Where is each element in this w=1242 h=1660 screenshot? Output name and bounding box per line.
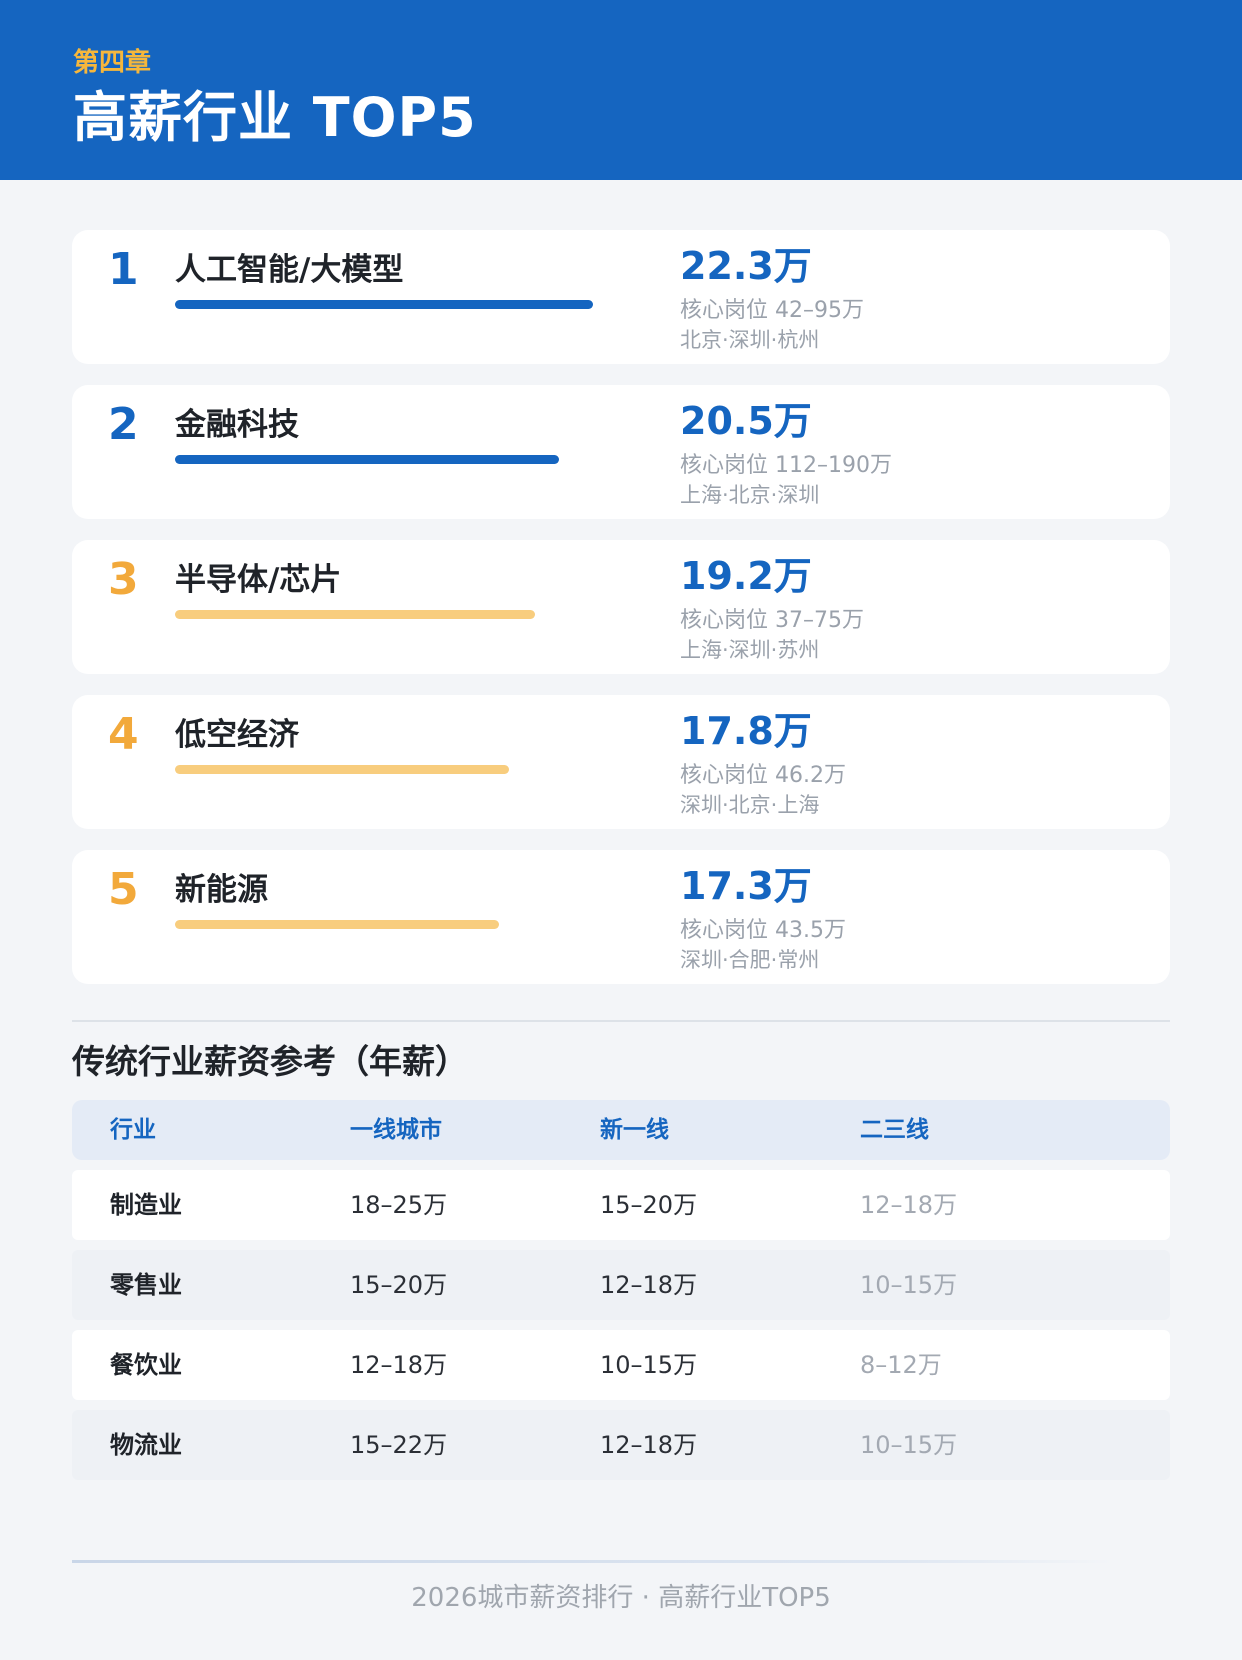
salary-bar [175, 300, 593, 309]
cell-new-tier1: 15–20万 [600, 1191, 698, 1219]
footer-divider [72, 1560, 1112, 1563]
page-title: 高薪行业 TOP5 [73, 86, 477, 149]
average-salary: 19.2万 [680, 554, 812, 598]
header-tier1: 一线城市 [350, 1117, 442, 1143]
salary-bar [175, 455, 559, 464]
ranking-card-4: 4 低空经济 17.8万 核心岗位 46.2万 深圳·北京·上海 [72, 695, 1170, 829]
average-salary: 17.3万 [680, 864, 812, 908]
average-salary: 20.5万 [680, 399, 812, 443]
core-position-range: 核心岗位 42–95万 [680, 298, 864, 323]
salary-bar [175, 920, 499, 929]
core-position-range: 核心岗位 37–75万 [680, 608, 864, 633]
salary-bar [175, 610, 535, 619]
chapter-label: 第四章 [73, 48, 152, 78]
cell-tier1: 15–20万 [350, 1271, 448, 1299]
header-industry: 行业 [110, 1117, 156, 1143]
top-cities: 北京·深圳·杭州 [680, 328, 820, 352]
top-cities: 上海·北京·深圳 [680, 483, 820, 507]
cell-tier1: 18–25万 [350, 1191, 448, 1219]
rank-number: 1 [108, 244, 139, 295]
cell-industry: 物流业 [110, 1431, 182, 1459]
core-position-range: 核心岗位 46.2万 [680, 763, 846, 788]
industry-name: 人工智能/大模型 [175, 252, 404, 288]
top-cities: 上海·深圳·苏州 [680, 638, 820, 662]
header-new-tier1: 新一线 [600, 1117, 669, 1143]
average-salary: 22.3万 [680, 244, 812, 288]
rank-number: 5 [108, 864, 139, 915]
industry-name: 金融科技 [175, 407, 299, 443]
cell-industry: 制造业 [110, 1191, 182, 1219]
industry-name: 低空经济 [175, 717, 299, 753]
table-row: 制造业 18–25万 15–20万 12–18万 [72, 1170, 1170, 1240]
cell-tier2-3: 10–15万 [860, 1431, 958, 1459]
top-cities: 深圳·合肥·常州 [680, 948, 820, 972]
table-row: 物流业 15–22万 12–18万 10–15万 [72, 1410, 1170, 1480]
rank-number: 4 [108, 709, 139, 760]
industry-name: 半导体/芯片 [175, 562, 342, 598]
ranking-list: 1 人工智能/大模型 22.3万 核心岗位 42–95万 北京·深圳·杭州 2 … [72, 230, 1170, 1005]
ranking-card-3: 3 半导体/芯片 19.2万 核心岗位 37–75万 上海·深圳·苏州 [72, 540, 1170, 674]
salary-bar [175, 765, 509, 774]
salary-table: 行业 一线城市 新一线 二三线 制造业 18–25万 15–20万 12–18万… [72, 1100, 1170, 1490]
cell-new-tier1: 12–18万 [600, 1271, 698, 1299]
cell-tier2-3: 8–12万 [860, 1351, 942, 1379]
cell-new-tier1: 10–15万 [600, 1351, 698, 1379]
cell-tier2-3: 10–15万 [860, 1271, 958, 1299]
cell-new-tier1: 12–18万 [600, 1431, 698, 1459]
top-cities: 深圳·北京·上海 [680, 793, 820, 817]
table-row: 餐饮业 12–18万 10–15万 8–12万 [72, 1330, 1170, 1400]
rank-number: 2 [108, 399, 139, 450]
header-tier2-3: 二三线 [860, 1117, 929, 1143]
section-title: 传统行业薪资参考（年薪） [72, 1042, 468, 1081]
footer-caption: 2026城市薪资排行 · 高薪行业TOP5 [411, 1583, 831, 1613]
average-salary: 17.8万 [680, 709, 812, 753]
section-divider [72, 1020, 1170, 1022]
ranking-card-2: 2 金融科技 20.5万 核心岗位 112–190万 上海·北京·深圳 [72, 385, 1170, 519]
industry-name: 新能源 [175, 872, 268, 908]
ranking-card-5: 5 新能源 17.3万 核心岗位 43.5万 深圳·合肥·常州 [72, 850, 1170, 984]
cell-industry: 零售业 [110, 1271, 182, 1299]
core-position-range: 核心岗位 112–190万 [680, 453, 892, 478]
core-position-range: 核心岗位 43.5万 [680, 918, 846, 943]
cell-tier1: 12–18万 [350, 1351, 448, 1379]
table-row: 零售业 15–20万 12–18万 10–15万 [72, 1250, 1170, 1320]
cell-industry: 餐饮业 [110, 1351, 182, 1379]
cell-tier1: 15–22万 [350, 1431, 448, 1459]
rank-number: 3 [108, 554, 139, 605]
ranking-card-1: 1 人工智能/大模型 22.3万 核心岗位 42–95万 北京·深圳·杭州 [72, 230, 1170, 364]
table-header: 行业 一线城市 新一线 二三线 [72, 1100, 1170, 1160]
cell-tier2-3: 12–18万 [860, 1191, 958, 1219]
header-banner: 第四章 高薪行业 TOP5 [0, 0, 1242, 180]
